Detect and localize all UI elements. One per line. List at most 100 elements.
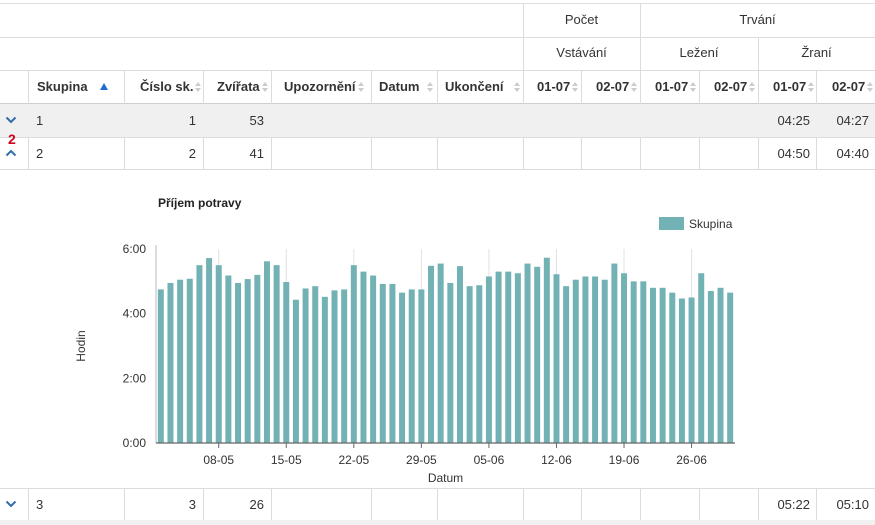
col-label: Upozornění	[284, 79, 356, 94]
chart-bar	[206, 258, 213, 443]
col-header-cislo[interactable]: Číslo sk.	[140, 70, 202, 103]
chart-bar	[495, 271, 502, 443]
x-tick-label: 12-06	[541, 453, 572, 467]
cell-zvirata: 26	[249, 497, 264, 512]
sort-icon[interactable]	[195, 80, 202, 94]
col-header-vstavani-0207[interactable]: 02-07	[596, 70, 638, 103]
cell-zrani-0107: 05:22	[777, 497, 810, 512]
col-header-ukonceni[interactable]: Ukončení	[445, 70, 521, 103]
chart-bar	[283, 281, 290, 443]
x-tick-label: 08-05	[203, 453, 234, 467]
chart-bar	[688, 297, 695, 443]
cell-zvirata: 53	[249, 113, 264, 128]
x-axis-label: Datum	[428, 471, 463, 485]
y-axis-label: Hodin	[74, 330, 88, 361]
chevron-down-icon[interactable]	[5, 114, 17, 129]
chart-bar	[244, 279, 251, 443]
col-header-zrani-0107[interactable]: 01-07	[773, 70, 815, 103]
col-separator	[28, 489, 29, 520]
y-tick-label: 6:00	[123, 242, 147, 256]
chart-bar	[534, 266, 541, 443]
chart-bar	[399, 292, 406, 443]
chart-bar	[456, 266, 463, 443]
col-separator	[271, 489, 272, 520]
cell-skupina: 3	[36, 497, 44, 512]
sort-icon[interactable]	[867, 80, 874, 94]
header-divider-1	[0, 37, 875, 38]
cell-cislo: 2	[188, 146, 196, 161]
chart-bar	[235, 282, 242, 443]
chart-bar	[437, 263, 444, 443]
chart-bar	[572, 279, 579, 443]
cell-zrani-0207: 04:40	[836, 146, 869, 161]
group-pocet: Počet	[564, 12, 599, 27]
chart-bar	[640, 281, 647, 443]
chart-bar	[514, 273, 521, 443]
subgroup-zrani: Žraní	[801, 45, 832, 60]
cell-zrani-0207: 04:27	[836, 113, 869, 128]
row-badge: 2	[8, 131, 16, 147]
chart-bar	[466, 286, 473, 443]
chevron-up-icon[interactable]	[5, 147, 17, 162]
chart-bar	[447, 282, 454, 443]
chart-bar	[630, 281, 637, 443]
row-divider-4	[0, 520, 875, 525]
sort-icon[interactable]	[261, 80, 269, 94]
y-tick-label: 2:00	[123, 371, 147, 385]
sort-icon[interactable]	[357, 80, 365, 94]
col-header-skupina[interactable]: Skupina	[37, 70, 108, 103]
col-header-vstavani-0107[interactable]: 01-07	[537, 70, 579, 103]
sort-icon[interactable]	[808, 80, 815, 94]
chart-bar	[659, 287, 666, 443]
cell-zrani-0207: 05:10	[836, 497, 869, 512]
chart-bar	[302, 288, 309, 443]
col-header-zrani-0207[interactable]: 02-07	[832, 70, 874, 103]
chart-bar	[601, 279, 608, 443]
col-label: Skupina	[37, 79, 88, 94]
chart-bar	[678, 298, 685, 443]
chevron-down-icon[interactable]	[5, 498, 17, 513]
alert-count-badge: 2	[8, 131, 16, 147]
chart-bar	[485, 276, 492, 443]
chart-bar	[360, 271, 367, 443]
chart-bar	[196, 265, 203, 443]
x-tick-label: 19-06	[609, 453, 640, 467]
chart-bar	[408, 289, 415, 443]
subgroup-vstavani: Vstávání	[556, 45, 607, 60]
sort-ascending-icon[interactable]	[99, 83, 108, 90]
col-header-upozorneni[interactable]: Upozornění	[284, 70, 365, 103]
x-tick-label: 29-05	[406, 453, 437, 467]
col-label: 01-07	[655, 79, 689, 94]
col-label: Ukončení	[445, 79, 504, 94]
chart-bar	[698, 273, 705, 443]
chart-bar	[707, 291, 714, 443]
sort-icon[interactable]	[427, 80, 434, 94]
chart-bar	[331, 290, 338, 443]
chart-bar	[292, 299, 299, 443]
sort-icon[interactable]	[690, 80, 697, 94]
col-header-lezeni-0207[interactable]: 02-07	[714, 70, 756, 103]
chart-bar	[321, 296, 328, 443]
col-header-lezeni-0107[interactable]: 01-07	[655, 70, 697, 103]
chart-bar	[389, 283, 396, 443]
col-header-zvirata[interactable]: Zvířata	[217, 70, 269, 103]
feed-intake-chart: 0:00 2:00 4:00 6:00 08-05 15-05 22-05 29-05 05-0…	[74, 196, 735, 485]
col-label: 02-07	[832, 79, 866, 94]
col-separator	[699, 489, 700, 520]
chart-bar	[727, 292, 734, 443]
cell-skupina: 2	[36, 146, 44, 161]
sort-icon[interactable]	[749, 80, 756, 94]
cell-skupina: 1	[36, 113, 44, 128]
sort-icon[interactable]	[631, 80, 638, 94]
sort-icon[interactable]	[513, 80, 521, 94]
col-header-datum[interactable]: Datum	[379, 70, 434, 103]
col-separator	[640, 489, 641, 520]
cell-zrani-0107: 04:50	[777, 146, 810, 161]
col-separator	[371, 489, 372, 520]
chart-bar	[263, 261, 270, 443]
chart-bar	[157, 289, 164, 443]
chart-bar	[582, 276, 589, 443]
sort-icon[interactable]	[572, 80, 579, 94]
x-tick-label: 22-05	[338, 453, 369, 467]
col-label: Datum	[379, 79, 420, 94]
